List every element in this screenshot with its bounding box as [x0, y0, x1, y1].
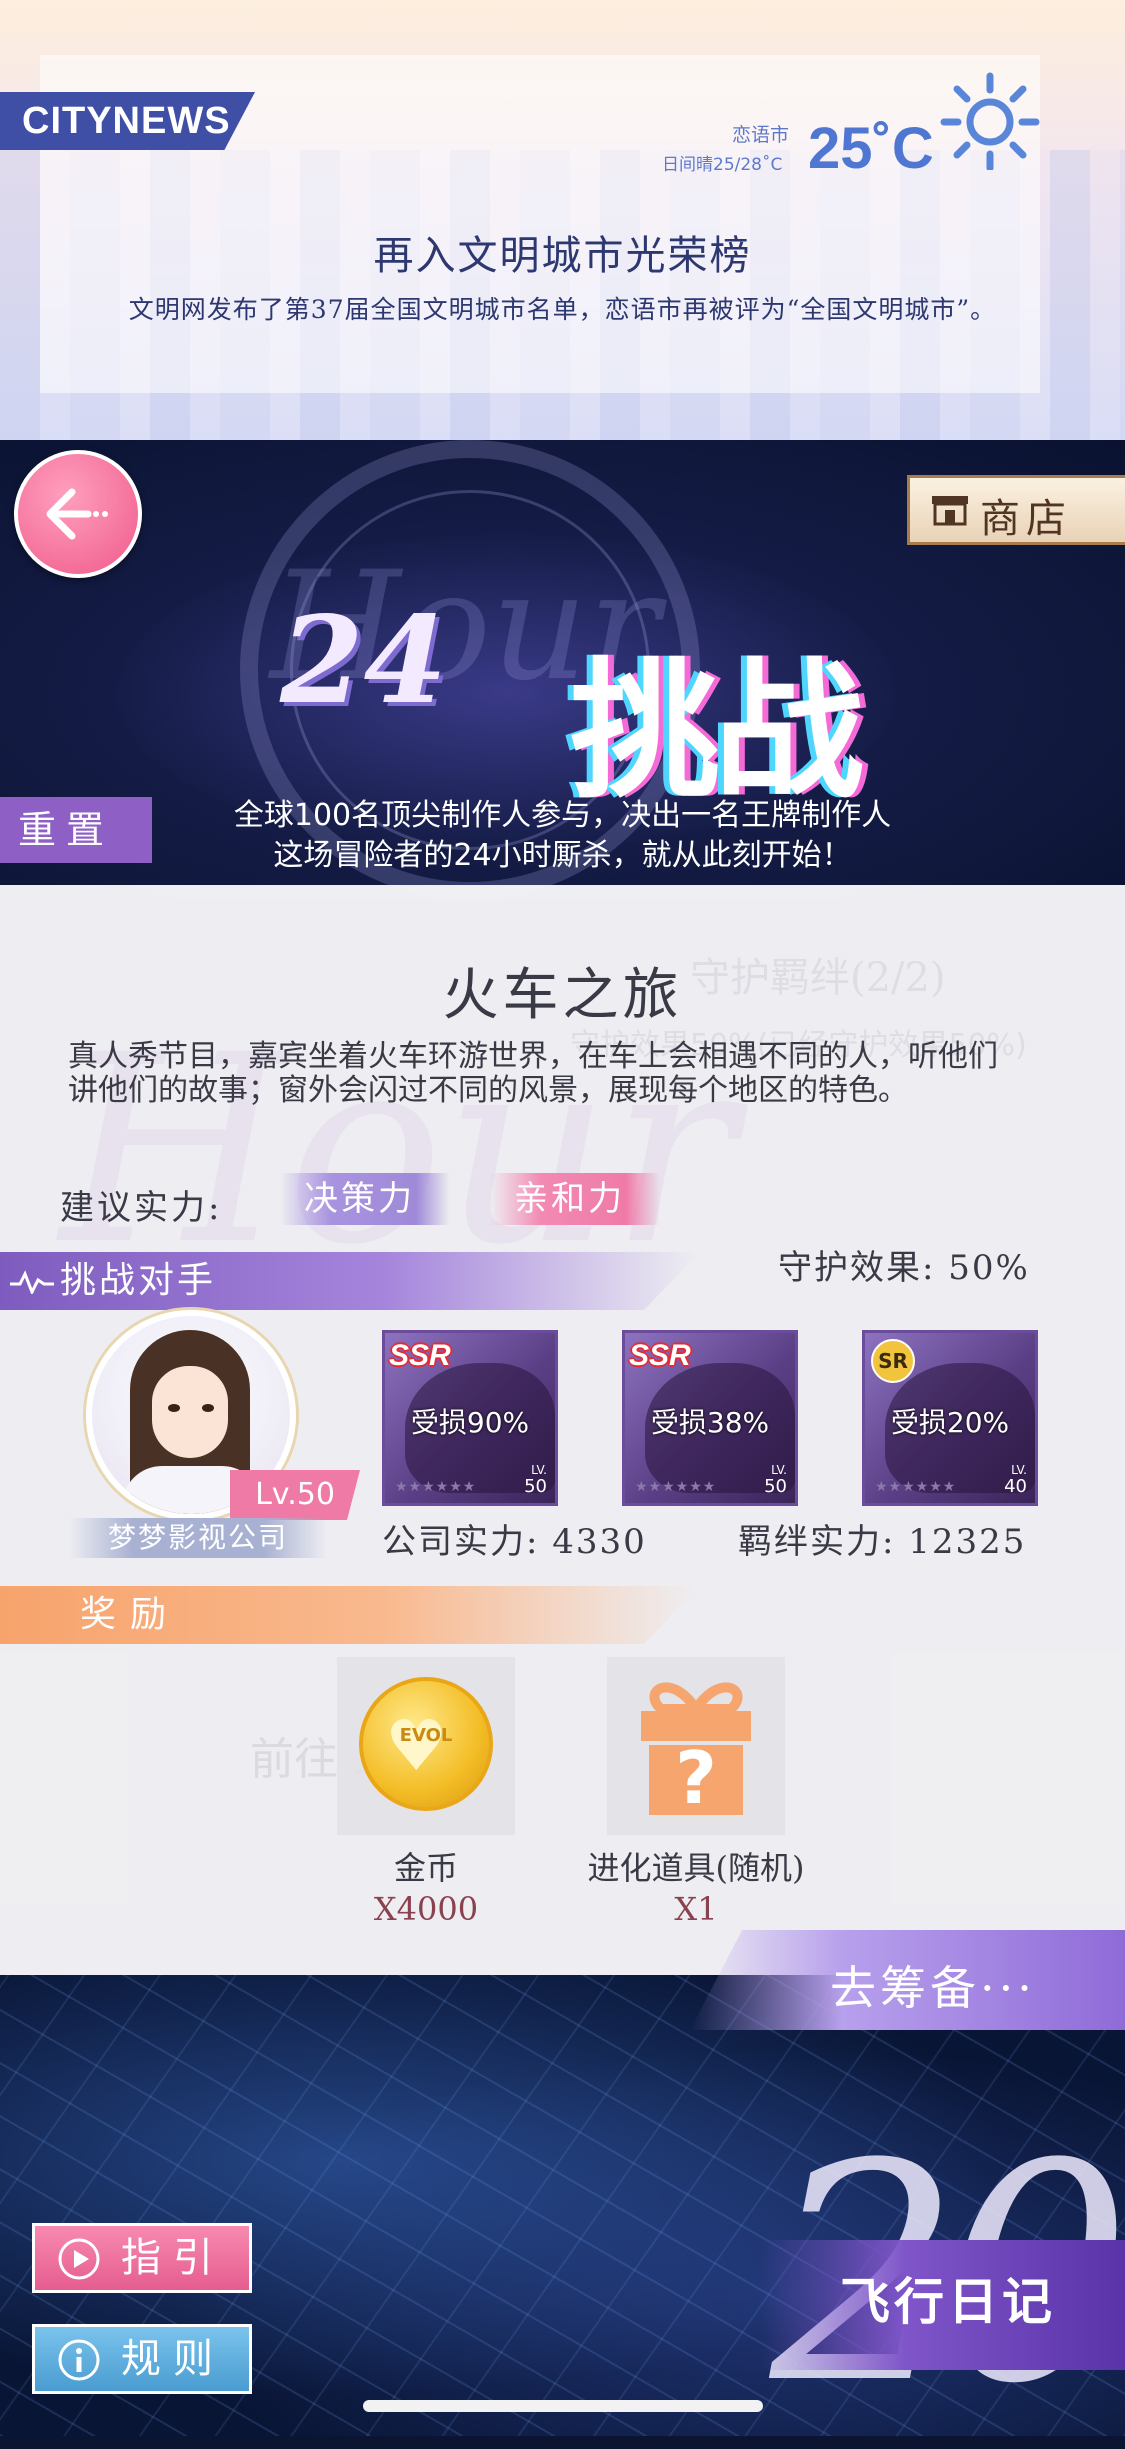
suggested-power-label: 建议实力: [60, 1188, 223, 1228]
reward-quantity: X4000 [373, 1890, 479, 1928]
mystery-gift-icon: ? [641, 1682, 751, 1820]
opponent-card[interactable]: SSR 受损90% ★★★★★★ LV. 50 [382, 1330, 558, 1506]
card-damage: 受损38% [650, 1406, 770, 1439]
gold-coin-icon: ♥ EVOL [359, 1677, 493, 1811]
pulse-icon [10, 1270, 54, 1294]
card-level: 50 [764, 1476, 787, 1497]
shop-icon [932, 496, 968, 526]
rarity-badge: SSR [389, 1339, 451, 1372]
hero-description-line-1: 全球100名顶尖制作人参与，决出一名王牌制作人 [233, 798, 892, 833]
stat-tag-affinity: 亲和力 [490, 1173, 660, 1225]
opponent-section-header: 挑战对手 [0, 1252, 700, 1310]
home-indicator[interactable] [363, 2400, 763, 2412]
card-level-label: LV. [531, 1463, 547, 1477]
svg-text:?: ? [675, 1736, 717, 1820]
logo-24: 24 [280, 590, 447, 731]
reward-item[interactable]: ♥ EVOL [337, 1657, 515, 1835]
reset-button[interactable]: 重置 [0, 797, 152, 863]
play-circle-icon [58, 2238, 100, 2280]
reward-section-header: 奖励 [0, 1586, 700, 1644]
card-level: 50 [524, 1476, 547, 1497]
company-power: 公司实力: 4330 [382, 1522, 647, 1562]
opponent-company-name: 梦梦影视公司 [68, 1518, 328, 1558]
hero-description-line-2: 这场冒险者的24小时厮杀，就从此刻开始！ [273, 838, 852, 873]
temperature: 25˚C [808, 116, 934, 181]
opponent-level-badge: Lv.50 [230, 1470, 360, 1520]
rarity-badge: SSR [629, 1339, 691, 1372]
coin-evol-text: EVOL [399, 1725, 453, 1746]
stage-description: 真人秀节目，嘉宾坐着火车环游世界，在车上会相遇不同的人，听他们讲他们的故事；窗外… [68, 1039, 998, 1108]
sun-icon [940, 72, 1040, 170]
prepare-label[interactable]: 去筹备··· [830, 1952, 1036, 2018]
opponent-section-label: 挑战对手 [60, 1260, 217, 1301]
stat-tag-decision: 决策力 [280, 1173, 450, 1225]
opponent-card[interactable]: SSR 受损38% ★★★★★★ LV. 50 [622, 1330, 798, 1506]
flight-diary-label[interactable]: 飞行日记 [840, 2262, 1056, 2334]
opponent-card[interactable]: SR 受损20% ★★★★★★ LV. 40 [862, 1330, 1038, 1506]
weather-text: 日间晴25/28˚C [662, 155, 783, 175]
reward-name: 进化道具(随机) [587, 1849, 805, 1887]
reward-item[interactable]: ? [607, 1657, 785, 1835]
reward-quantity: X1 [674, 1890, 718, 1928]
reward-name: 金币 [393, 1849, 458, 1887]
card-stars: ★★★★★★ [875, 1479, 957, 1495]
card-damage: 受损90% [410, 1406, 530, 1439]
card-stars: ★★★★★★ [395, 1479, 477, 1495]
city-news-banner: CITYNEWS 恋语市 日间晴25/28˚C 25˚C 再入文明城市光荣榜 文… [0, 0, 1125, 440]
back-button[interactable] [14, 450, 142, 578]
card-level: 40 [1004, 1476, 1027, 1497]
stage-title: 火车之旅 [442, 963, 683, 1028]
card-stars: ★★★★★★ [635, 1479, 717, 1495]
card-level-label: LV. [1011, 1463, 1027, 1477]
card-level-label: LV. [771, 1463, 787, 1477]
guard-effect: 守护效果: 50% [778, 1248, 1030, 1288]
back-arrow-icon [46, 488, 108, 540]
guide-label: 指引 [121, 2235, 225, 2281]
rules-label: 规则 [121, 2336, 225, 2382]
rules-button[interactable]: 规则 [32, 2324, 252, 2394]
shop-label: 商店 [980, 496, 1072, 542]
city-name: 恋语市 [732, 124, 790, 146]
guide-button[interactable]: 指引 [32, 2223, 252, 2293]
news-headline: 再入文明城市光荣榜 [373, 233, 752, 279]
bond-power: 羁绊实力: 12325 [738, 1522, 1027, 1562]
shop-button[interactable]: 商店 [907, 475, 1125, 545]
rarity-badge: SR [871, 1339, 915, 1383]
news-body: 文明网发布了第37届全国文明城市名单，恋语市再被评为“全国文明城市”。 [128, 295, 997, 324]
card-damage: 受损20% [890, 1406, 1010, 1439]
info-circle-icon [58, 2339, 100, 2381]
citynews-brand: CITYNEWS [0, 92, 255, 150]
